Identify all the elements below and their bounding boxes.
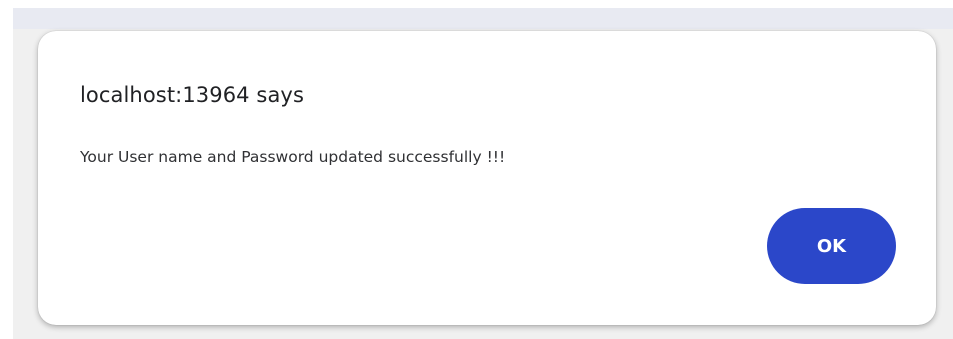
browser-page: localhost:13964 says Your User name and …: [0, 0, 953, 339]
ok-button[interactable]: OK: [767, 208, 896, 284]
page-header-strip: [13, 8, 953, 29]
alert-dialog: localhost:13964 says Your User name and …: [38, 31, 936, 325]
dialog-title: localhost:13964 says: [80, 83, 304, 107]
dialog-message: Your User name and Password updated succ…: [80, 148, 506, 166]
